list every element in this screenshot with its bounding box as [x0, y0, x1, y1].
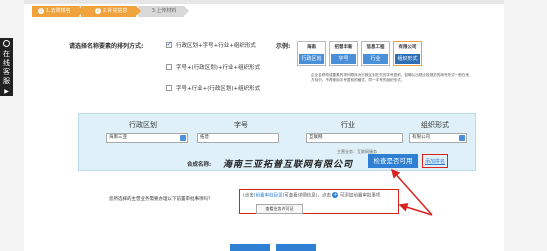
hint-text: 可查看详细信息)，点击 — [284, 193, 332, 199]
header-org-form: 组织形式 — [421, 121, 449, 129]
combined-name-label: 合成名称: — [187, 162, 212, 168]
arrangement-option-1[interactable]: 行政区划+字号+行业+组织形式 — [166, 40, 256, 49]
district-field[interactable]: 海南三亚 — [106, 133, 188, 143]
step-progress: 1 1.去附核名 2 2.补充信息 3.上传材料 — [32, 6, 190, 17]
example-label: 示例: — [276, 43, 291, 50]
example-card-org-form: 有限公司 组织形式 — [393, 41, 422, 66]
example-seal: 有限公司 — [398, 45, 417, 50]
example-card-brand: 招普丰新 字号 — [329, 41, 358, 66]
next-step-button[interactable] — [276, 244, 316, 251]
step-number: 1 — [38, 8, 44, 14]
industry-field[interactable]: 互联网 — [306, 133, 403, 143]
example-card-industry: 信息工程 行业 — [361, 41, 390, 66]
step-3[interactable]: 3.上传材料 — [137, 6, 190, 17]
service-char: 线 — [3, 59, 10, 67]
arrangement-question: 请选择名称要素的排列方式: — [69, 43, 144, 50]
example-tag: 组织形式 — [395, 54, 420, 64]
add-icon[interactable]: + — [332, 192, 339, 198]
field-value: 互联网 — [309, 135, 323, 140]
checkbox[interactable] — [166, 40, 172, 48]
example-tag: 行政区划 — [299, 54, 324, 64]
checkbox[interactable] — [166, 85, 172, 91]
service-char: 客 — [3, 68, 10, 76]
arrangement-option-3[interactable]: 字号+行业+(行政区划)+组织形式 — [166, 84, 260, 92]
example-tag: 行业 — [363, 54, 388, 64]
field-value: 拓普 — [200, 135, 209, 140]
service-char: 在 — [3, 50, 10, 58]
option-label: 字号+(行政区划)+行业+组织形式 — [176, 65, 261, 71]
header-district: 行政区划 — [129, 121, 157, 129]
step-label: 1.去附核名 — [46, 8, 71, 14]
step-2[interactable]: 2 2.补充信息 — [80, 6, 141, 17]
example-card-district: 海南 行政区划 — [297, 41, 326, 66]
chat-icon — [3, 40, 10, 47]
step-number: 2 — [94, 8, 101, 14]
header-brand: 字号 — [234, 121, 248, 129]
picker-icon[interactable] — [459, 135, 465, 141]
prev-step-button[interactable] — [230, 244, 270, 251]
arrow-right-icon: ▶ — [4, 88, 9, 95]
step-1[interactable]: 1 1.去附核名 — [32, 6, 84, 17]
example-seal: 海南 — [307, 45, 316, 50]
hint-text: (点击 — [243, 193, 254, 199]
field-value: 海南三亚 — [109, 135, 127, 140]
example-note: 企业名称构成要素的排列顺序为行政区划在先的字号居前，如确认出现比较规范的商号形式… — [311, 73, 470, 82]
check-availability-button[interactable]: 检查是否可用 — [368, 154, 418, 168]
hint-text: 可添加前置审批事项 — [339, 193, 381, 199]
option-label: 行政区划+字号+行业+组织形式 — [176, 43, 256, 49]
checkbox[interactable] — [166, 64, 172, 70]
org-form-field[interactable]: 有限公司 — [409, 133, 467, 143]
example-tag: 字号 — [331, 54, 356, 64]
field-value: 有限公司 — [412, 135, 430, 140]
combined-name: 海南三亚拓普互联网有限公司 — [223, 160, 354, 170]
main-panel: 11.去附核名 22.补充信息 3.上传材料 请选择名称要素的排列方式: 行政区… — [24, 0, 504, 251]
pre-approval-question: 您所选择的主营业务需要办理以下前置审批事项吗？ — [109, 197, 213, 202]
view-license-button[interactable]: 查看业务许可证 — [256, 204, 303, 214]
service-char: 服 — [3, 77, 10, 85]
arrangement-option-2[interactable]: 字号+(行政区划)+行业+组织形式 — [166, 63, 260, 71]
pre-approval-catalog-link[interactable]: [前置审批目录] — [254, 194, 285, 199]
name-composition-box: 行政区划 字号 行业 组织形式 海南三亚 拓普 互联网 有限公司 主营业务：互联… — [78, 113, 476, 171]
example-seal: 信息工程 — [366, 45, 385, 50]
step-label: 2.补充信息 — [102, 8, 128, 14]
option-label: 字号+行业+(行政区划)+组织形式 — [176, 86, 261, 92]
top-strip — [24, 0, 504, 4]
example-seal: 招普丰新 — [334, 45, 353, 50]
header-industry: 行业 — [341, 121, 355, 129]
pre-approval-hint: (点击[前置审批目录]可查看详细信息)，点击 + 可添加前置审批事项 — [243, 192, 380, 199]
brand-field[interactable]: 拓普 — [197, 133, 279, 143]
step-label: 3.上传材料 — [151, 8, 177, 14]
add-pinyin-link[interactable]: 添加拼名 — [422, 154, 449, 168]
online-service-tab[interactable]: 在 线 客 服 ▶ — [0, 38, 13, 96]
picker-icon[interactable] — [180, 135, 186, 141]
